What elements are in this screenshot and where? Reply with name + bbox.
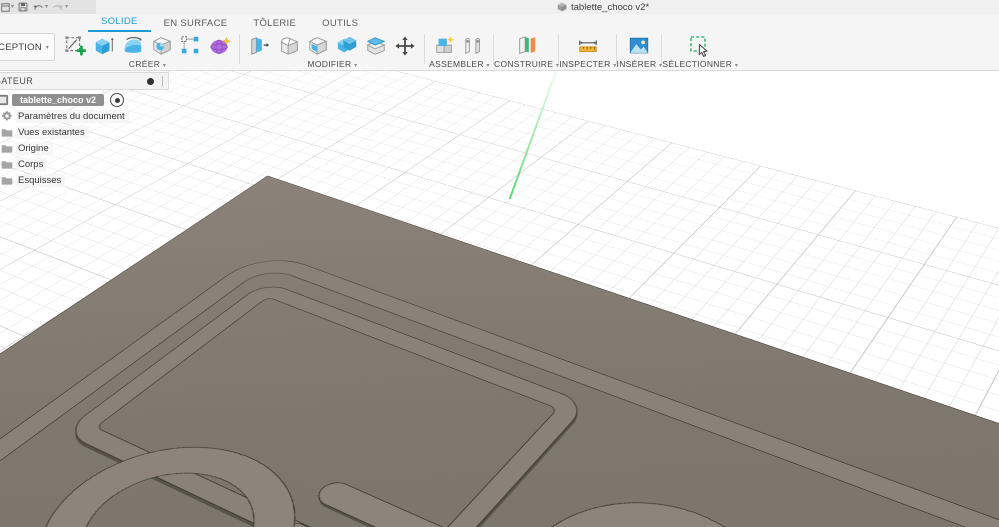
browser-header: IGATEUR — [0, 72, 169, 90]
panel-inspecter-label[interactable]: INSPECTER ▾ — [559, 59, 616, 69]
tree-node-document[interactable]: ▸ tablette_choco v2 — [0, 92, 169, 108]
panel-assembler-label[interactable]: ASSEMBLER ▾ — [429, 59, 490, 69]
cube-icon — [557, 2, 567, 12]
panel-creer-label[interactable]: CRÉER ▾ — [129, 59, 166, 69]
chevron-down-icon: ▾ — [45, 4, 48, 10]
tree-node-label: Origine — [16, 142, 53, 155]
ribbon-tabs: SOLIDE EN SURFACE TÔLERIE OUTILS — [0, 14, 371, 32]
tree-node-document-settings[interactable]: Paramètres du document — [0, 108, 169, 124]
panel-selectionner: SÉLECTIONNER ▾ — [662, 32, 738, 70]
quick-access-toolbar: ▾ ▾ ▾ — [0, 0, 96, 14]
create-sketch-icon[interactable] — [62, 33, 88, 59]
chocolate-mould-body[interactable] — [0, 176, 999, 527]
tab-en-surface[interactable]: EN SURFACE — [151, 18, 241, 32]
gear-icon — [0, 110, 13, 123]
app-menu-button[interactable]: ▾ — [1, 1, 14, 14]
panel-modifier-label[interactable]: MODIFIER ▾ — [308, 59, 358, 69]
browser-panel: IGATEUR ▸ tablette_choco v2 — [0, 72, 169, 188]
save-icon — [18, 2, 28, 12]
tree-node-label: Vues existantes — [16, 126, 89, 139]
tree-node-label: Corps — [16, 158, 47, 171]
document-tab-label: tablette_choco v2* — [571, 2, 649, 13]
ribbon: SOLIDE EN SURFACE TÔLERIE OUTILS CEPTION… — [0, 14, 999, 71]
workspace-label: CEPTION — [0, 42, 42, 53]
chevron-down-icon: ▾ — [65, 4, 68, 10]
chevron-down-icon: ▾ — [46, 44, 49, 51]
folder-icon — [0, 126, 13, 139]
workspace-switcher-button[interactable]: CEPTION ▾ — [0, 33, 55, 61]
new-component-icon[interactable] — [432, 33, 458, 59]
panel-inserer-label[interactable]: INSÉRER ▾ — [617, 59, 663, 69]
browser-divider — [162, 76, 163, 86]
tree-node-label: Esquisses — [16, 174, 65, 187]
split-face-icon[interactable] — [363, 33, 389, 59]
panel-assembler: ASSEMBLER ▾ — [425, 32, 494, 70]
folder-icon — [0, 174, 13, 187]
tab-tolerie[interactable]: TÔLERIE — [240, 18, 309, 32]
redo-button[interactable]: ▾ — [52, 1, 68, 14]
sweep-icon[interactable] — [149, 33, 175, 59]
fusion360-window: ▾ ▾ ▾ — [0, 0, 999, 527]
insert-image-icon[interactable] — [626, 33, 652, 59]
panel-inspecter: INSPECTER ▾ — [559, 32, 616, 70]
browser-collapse-icon[interactable] — [147, 78, 154, 85]
browser-title: IGATEUR — [0, 76, 33, 86]
undo-button[interactable]: ▾ — [32, 1, 48, 14]
panel-modifier: MODIFIER ▾ — [240, 32, 425, 70]
tree-node-origin[interactable]: Origine — [0, 140, 169, 156]
panel-creer: CRÉER ▾ — [55, 32, 240, 70]
revolve-icon[interactable] — [120, 33, 146, 59]
construction-plane-icon[interactable] — [514, 33, 540, 59]
fillet-icon[interactable] — [276, 33, 302, 59]
move-copy-icon[interactable] — [392, 33, 418, 59]
visibility-radio[interactable] — [110, 93, 124, 107]
combine-icon[interactable] — [334, 33, 360, 59]
application-bar: ▾ ▾ ▾ — [0, 0, 999, 15]
select-icon[interactable] — [687, 33, 713, 59]
pattern-icon[interactable] — [178, 33, 204, 59]
tab-outils[interactable]: OUTILS — [309, 18, 371, 32]
panel-construire: CONSTRUIRE ▾ — [494, 32, 559, 70]
joint-icon[interactable] — [461, 33, 487, 59]
folder-icon — [0, 158, 13, 171]
tree-node-label: Paramètres du document — [16, 110, 129, 123]
document-icon — [0, 94, 9, 107]
tree-node-sketches[interactable]: Esquisses — [0, 172, 169, 188]
create-form-icon[interactable] — [207, 33, 233, 59]
browser-tree: ▸ tablette_choco v2 — [0, 90, 169, 188]
extrude-icon[interactable] — [91, 33, 117, 59]
panel-inserer: INSÉRER ▾ — [617, 32, 663, 70]
document-tab[interactable]: tablette_choco v2* — [557, 0, 649, 14]
chevron-down-icon: ▾ — [11, 4, 14, 10]
undo-icon — [32, 2, 44, 12]
folder-icon — [0, 142, 13, 155]
tree-node-label: tablette_choco v2 — [12, 94, 104, 106]
panel-selectionner-label[interactable]: SÉLECTIONNER ▾ — [662, 59, 738, 69]
save-button[interactable] — [18, 1, 28, 14]
app-menu-icon — [1, 3, 10, 12]
redo-icon — [52, 2, 64, 12]
measure-icon[interactable] — [575, 33, 601, 59]
panel-construire-label[interactable]: CONSTRUIRE ▾ — [494, 59, 559, 69]
tree-node-bodies[interactable]: Corps — [0, 156, 169, 172]
press-pull-icon[interactable] — [247, 33, 273, 59]
shell-icon[interactable] — [305, 33, 331, 59]
ribbon-panels: CEPTION ▾ — [0, 32, 999, 70]
tab-solide[interactable]: SOLIDE — [88, 16, 151, 32]
tree-node-named-views[interactable]: Vues existantes — [0, 124, 169, 140]
